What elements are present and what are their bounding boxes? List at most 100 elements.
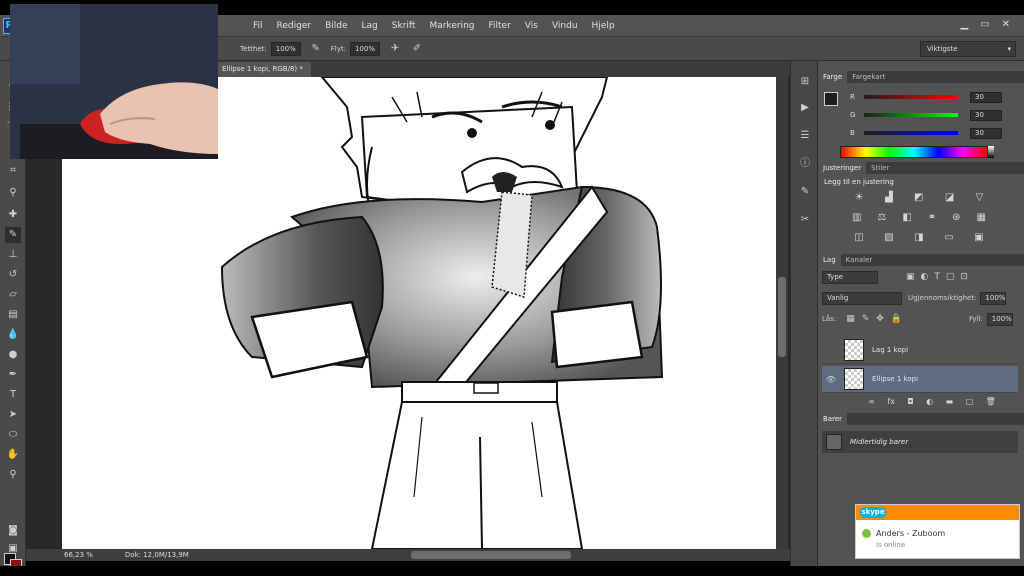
- link-icon[interactable]: ∞: [868, 397, 875, 406]
- green-slider[interactable]: [864, 113, 958, 117]
- tool-presets-icon[interactable]: ✂: [798, 213, 812, 227]
- airbrush-icon[interactable]: ✈: [388, 42, 402, 56]
- restore-icon[interactable]: ▭: [980, 19, 989, 30]
- exposure-icon[interactable]: ◪: [945, 192, 954, 203]
- zoom-level[interactable]: 66,23 %: [64, 551, 93, 559]
- quick-mask-icon[interactable]: ◙: [5, 523, 21, 539]
- black-white-ramp[interactable]: [988, 146, 994, 158]
- crop-tool-icon[interactable]: ⌗: [5, 163, 21, 179]
- delete-layer-icon[interactable]: 🗑: [986, 397, 996, 406]
- skype-notification[interactable]: skype Anders - Zuboom is online: [855, 504, 1020, 559]
- color-spectrum-bar[interactable]: [840, 146, 988, 158]
- opacity-field[interactable]: 100%: [270, 41, 301, 56]
- menu-file[interactable]: Fil: [246, 21, 270, 31]
- tab-channels[interactable]: Kanaler: [841, 254, 878, 266]
- healing-tool-icon[interactable]: ✚: [5, 207, 21, 223]
- brush-presets-icon[interactable]: ✎: [798, 185, 812, 199]
- adjustment-layer-icon[interactable]: ◐: [926, 397, 933, 406]
- canvas-vertical-scrollbar[interactable]: [776, 77, 788, 549]
- history-item[interactable]: Midlertidig barer: [822, 431, 1018, 453]
- posterize-icon[interactable]: ▨: [884, 232, 893, 243]
- color-balance-icon[interactable]: ⚖: [877, 212, 886, 223]
- selective-color-icon[interactable]: ▣: [974, 232, 983, 243]
- tab-color[interactable]: Farge: [818, 71, 848, 83]
- new-layer-icon[interactable]: ▢: [966, 397, 974, 406]
- horizontal-scroll-thumb[interactable]: [411, 551, 571, 559]
- red-slider[interactable]: [864, 95, 958, 99]
- close-icon[interactable]: ✕: [1002, 19, 1010, 30]
- visibility-icon[interactable]: 👁: [822, 375, 840, 384]
- menu-help[interactable]: Hjelp: [585, 21, 622, 31]
- hand-tool-icon[interactable]: ✋: [5, 447, 21, 463]
- stamp-tool-icon[interactable]: ⊥: [5, 247, 21, 263]
- photo-filter-icon[interactable]: ⚭: [928, 212, 936, 223]
- screen-mode-icon[interactable]: ▣: [5, 541, 21, 557]
- flow-field[interactable]: 100%: [349, 41, 380, 56]
- layer-filter-kind[interactable]: Type: [822, 270, 878, 284]
- green-value[interactable]: 30: [970, 109, 1002, 121]
- menu-window[interactable]: Vindu: [545, 21, 585, 31]
- layer-item-selected[interactable]: 👁 Ellipse 1 kopi: [822, 366, 1018, 393]
- invert-icon[interactable]: ◫: [854, 232, 863, 243]
- menu-layer[interactable]: Lag: [355, 21, 385, 31]
- red-label: R: [850, 93, 855, 101]
- history-icon[interactable]: ⊞: [798, 75, 812, 89]
- brush-tool-icon[interactable]: ✎: [5, 227, 21, 243]
- tab-layers[interactable]: Lag: [818, 254, 841, 266]
- eraser-tool-icon[interactable]: ▱: [5, 287, 21, 303]
- hue-saturation-icon[interactable]: ▥: [852, 212, 861, 223]
- skype-contact-name: Anders - Zuboom: [876, 529, 946, 538]
- path-select-tool-icon[interactable]: ➤: [5, 407, 21, 423]
- group-icon[interactable]: ▬: [946, 397, 954, 406]
- color-fg-chip[interactable]: [824, 92, 838, 106]
- gradient-tool-icon[interactable]: ▤: [5, 307, 21, 323]
- document-tab[interactable]: Ellipse 1 kopi, RGB/8) *: [214, 62, 311, 77]
- layer-opacity-field[interactable]: 100%: [980, 291, 1007, 305]
- black-white-icon[interactable]: ◧: [902, 212, 911, 223]
- actions-icon[interactable]: ▶: [798, 101, 812, 115]
- zoom-tool-icon[interactable]: ⚲: [5, 467, 21, 483]
- pen-tool-icon[interactable]: ✒: [5, 367, 21, 383]
- eyedropper-tool-icon[interactable]: ⚲: [5, 185, 21, 201]
- tab-swatches[interactable]: Fargekart: [847, 71, 890, 83]
- layer-filter-icons[interactable]: ▣◐T▢⊡: [906, 272, 974, 282]
- blend-mode-select[interactable]: Vanlig: [822, 291, 902, 305]
- menu-view[interactable]: Vis: [518, 21, 545, 31]
- color-lookup-icon[interactable]: ▦: [976, 212, 985, 223]
- menu-type[interactable]: Skrift: [385, 21, 423, 31]
- blur-tool-icon[interactable]: 💧: [5, 327, 21, 343]
- blue-slider[interactable]: [864, 131, 958, 135]
- fill-field[interactable]: 100%: [986, 312, 1013, 326]
- lock-icons[interactable]: ▦✎✥🔒: [846, 314, 909, 324]
- pressure-size-icon[interactable]: ✐: [410, 42, 424, 56]
- properties-icon[interactable]: ☰: [798, 129, 812, 143]
- channel-mixer-icon[interactable]: ⊛: [952, 212, 960, 223]
- minimize-icon[interactable]: ▁: [960, 19, 968, 30]
- red-value[interactable]: 30: [970, 91, 1002, 103]
- blue-value[interactable]: 30: [970, 127, 1002, 139]
- gradient-map-icon[interactable]: ▭: [944, 232, 953, 243]
- vertical-scroll-thumb[interactable]: [778, 277, 786, 357]
- info-icon[interactable]: ⓘ: [798, 157, 812, 171]
- menu-image[interactable]: Bilde: [318, 21, 354, 31]
- brightness-contrast-icon[interactable]: ☀: [855, 192, 864, 203]
- threshold-icon[interactable]: ◨: [914, 232, 923, 243]
- type-tool-icon[interactable]: T: [5, 387, 21, 403]
- workspace-select[interactable]: Viktigste: [920, 41, 1016, 57]
- tab-styles[interactable]: Stiler: [866, 162, 894, 174]
- tab-adjustments[interactable]: Justeringer: [818, 162, 867, 174]
- tab-history[interactable]: Barer: [818, 413, 848, 425]
- fx-icon[interactable]: fx: [887, 397, 895, 406]
- menu-filter[interactable]: Filter: [481, 21, 517, 31]
- menu-edit[interactable]: Rediger: [270, 21, 319, 31]
- history-brush-tool-icon[interactable]: ↺: [5, 267, 21, 283]
- dodge-tool-icon[interactable]: ●: [5, 347, 21, 363]
- mask-icon[interactable]: ◘: [907, 397, 913, 406]
- menu-select[interactable]: Markering: [422, 21, 481, 31]
- vibrance-icon[interactable]: ▽: [976, 192, 984, 203]
- pressure-opacity-icon[interactable]: ✎: [309, 42, 323, 56]
- curves-icon[interactable]: ◩: [914, 192, 923, 203]
- shape-tool-icon[interactable]: ⬭: [5, 427, 21, 443]
- layer-item[interactable]: Lag 1 kopi: [822, 337, 1018, 364]
- levels-icon[interactable]: ▟: [885, 192, 893, 203]
